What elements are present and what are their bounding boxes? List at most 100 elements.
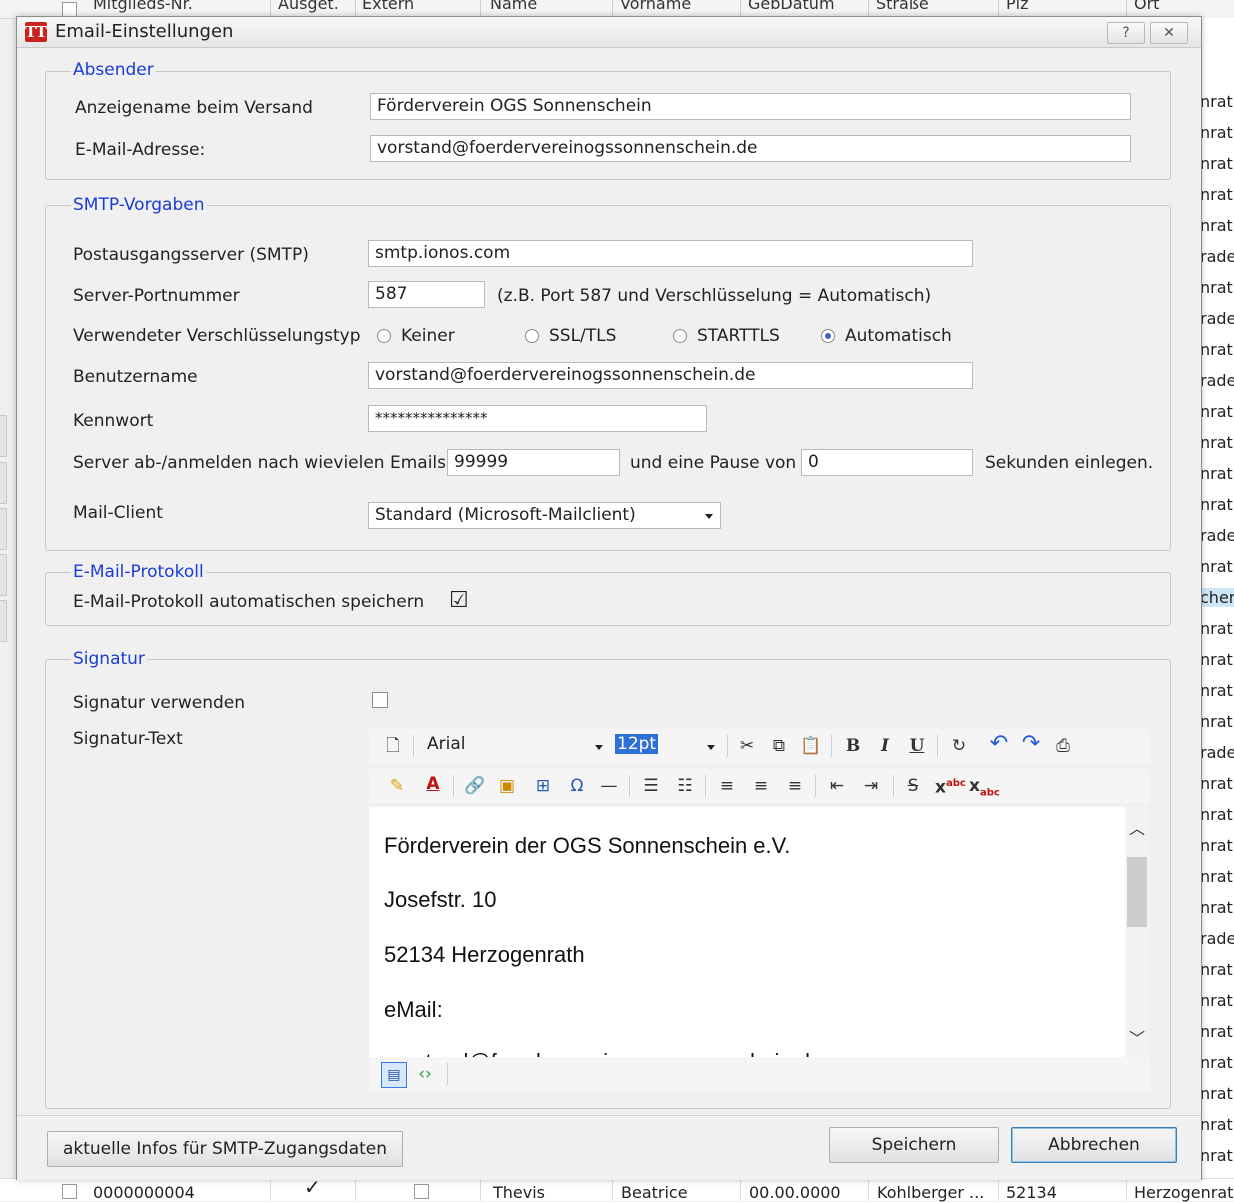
side-tab[interactable] [0, 508, 7, 550]
relogin-input[interactable]: 99999 [447, 449, 620, 476]
side-tab[interactable] [0, 600, 7, 642]
paste-icon[interactable]: 📋 [799, 734, 823, 758]
signature-line: Förderverein der OGS Sonnenschein e.V. [384, 833, 791, 858]
undo-icon[interactable]: ↶ [987, 732, 1011, 756]
pause-input[interactable]: 0 [801, 449, 973, 476]
extern-checkbox[interactable] [414, 1184, 429, 1199]
horizontal-rule-icon[interactable]: — [597, 774, 621, 798]
align-center-icon[interactable]: ≡ [749, 774, 773, 798]
grid-cell-ort: nrat [1200, 123, 1233, 142]
smtp-server-input[interactable]: smtp.ionos.com [368, 240, 973, 267]
encryption-radio-keiner[interactable] [377, 329, 391, 343]
col-header-gebdatum[interactable]: GebDatum [748, 0, 835, 13]
align-right-icon[interactable]: ≡ [783, 774, 807, 798]
copy-icon[interactable]: ⧉ [767, 734, 791, 758]
superscript-icon[interactable]: xabc [935, 772, 966, 798]
col-header-name[interactable]: Name [490, 0, 537, 13]
side-tab[interactable] [0, 554, 7, 596]
toolbar-separator [831, 735, 832, 757]
signature-editor[interactable]: Förderverein der OGS Sonnenschein e.V. J… [369, 807, 1149, 1057]
col-header-nr[interactable]: Mitglieds-Nr. [93, 0, 193, 13]
grid-cell-ort: nrat [1200, 433, 1233, 452]
chevron-down-icon[interactable] [595, 745, 603, 750]
anzeigename-input[interactable]: Förderverein OGS Sonnenschein [370, 93, 1131, 120]
toolbar-separator [815, 775, 816, 797]
select-all-checkbox[interactable] [62, 2, 77, 17]
encryption-radio-starttls[interactable] [673, 329, 687, 343]
cell-vorname: Beatrice [621, 1183, 688, 1202]
encryption-option-automatisch[interactable]: Automatisch [845, 326, 952, 346]
protokoll-autosave-checkbox[interactable]: ☑ [449, 590, 469, 612]
col-header-ausget[interactable]: Ausget. [278, 0, 339, 13]
col-header-strasse[interactable]: Straße [876, 0, 929, 13]
outdent-icon[interactable]: ⇤ [825, 774, 849, 798]
grid-cell-ort: nrat [1200, 154, 1233, 173]
side-tab[interactable] [0, 462, 7, 504]
encryption-option-keiner[interactable]: Keiner [401, 326, 455, 346]
design-view-icon[interactable]: ▤ [381, 1062, 407, 1088]
align-left-icon[interactable]: ≡ [715, 774, 739, 798]
subscript-icon[interactable]: xabc [969, 774, 1000, 798]
chevron-down-icon[interactable]: ﹀ [1129, 1025, 1145, 1049]
italic-icon[interactable]: I [873, 734, 897, 758]
mailclient-select[interactable]: Standard (Microsoft-Mailclient) [368, 502, 721, 529]
chevron-up-icon[interactable]: ︿ [1129, 815, 1145, 839]
scrollbar-thumb[interactable] [1127, 857, 1147, 927]
new-document-icon[interactable]: 🗋 [381, 734, 405, 758]
encryption-option-ssl[interactable]: SSL/TLS [549, 326, 616, 346]
font-family-select[interactable]: Arial [421, 732, 607, 760]
strikethrough-icon[interactable]: S [901, 774, 925, 798]
image-icon[interactable]: ▣ [495, 774, 519, 798]
special-char-icon[interactable]: Ω [565, 774, 589, 798]
col-separator [480, 1179, 481, 1201]
grid-cell-ort: rade [1200, 371, 1234, 390]
signatur-use-checkbox[interactable] [372, 692, 388, 708]
absender-legend: Absender [71, 60, 156, 80]
dialog-titlebar[interactable]: TT Email-Einstellungen ? ✕ [17, 17, 1201, 48]
grid-cell-ort: rade [1200, 929, 1234, 948]
redo-icon[interactable]: ↷ [1019, 732, 1043, 756]
grid-cell-ort: nrat [1200, 340, 1233, 359]
bullet-list-icon[interactable]: ☷ [673, 774, 697, 798]
underline-icon[interactable]: U [905, 734, 929, 758]
col-header-plz[interactable]: Plz [1006, 0, 1029, 13]
refresh-icon[interactable]: ↻ [947, 734, 971, 758]
indent-icon[interactable]: ⇥ [859, 774, 883, 798]
chevron-down-icon[interactable] [705, 514, 713, 519]
cut-icon[interactable]: ✂ [735, 734, 759, 758]
help-button[interactable]: ? [1107, 22, 1145, 44]
font-size-select[interactable]: 12pt [615, 732, 719, 760]
link-icon[interactable]: 🔗 [463, 774, 487, 798]
highlight-icon[interactable]: ✎ [385, 774, 409, 798]
col-header-vorname[interactable]: Vorname [620, 0, 691, 13]
email-input[interactable]: vorstand@foerdervereinogssonnenschein.de [370, 135, 1131, 162]
col-header-extern[interactable]: Extern [362, 0, 414, 13]
toolbar-separator [937, 735, 938, 757]
html-view-icon[interactable]: ‹› [413, 1062, 437, 1086]
col-header-ort[interactable]: Ort [1134, 0, 1159, 13]
grid-cell-ort: rade [1200, 247, 1234, 266]
encryption-option-starttls[interactable]: STARTTLS [697, 326, 780, 346]
font-color-icon[interactable]: A [421, 772, 445, 796]
editor-scrollbar[interactable]: ︿ ﹀ [1125, 807, 1149, 1057]
print-icon[interactable]: ⎙ [1051, 734, 1075, 758]
username-input[interactable]: vorstand@foerdervereinogssonnenschein.de [368, 362, 973, 389]
password-input[interactable]: *************** [368, 405, 707, 432]
side-tab[interactable] [0, 415, 7, 457]
smtp-info-button[interactable]: aktuelle Infos für SMTP-Zugangsdaten [47, 1131, 403, 1167]
encryption-radio-automatisch[interactable] [821, 329, 835, 343]
save-button[interactable]: Speichern [829, 1127, 999, 1163]
encryption-radio-ssl[interactable] [525, 329, 539, 343]
toolbar-separator [727, 735, 728, 757]
bold-icon[interactable]: B [841, 734, 865, 758]
port-input[interactable]: 587 [368, 281, 485, 308]
numbered-list-icon[interactable]: ☰ [639, 774, 663, 798]
grid-row[interactable]: 0000000004 ✓ Thevis Beatrice 00.00.0000 … [0, 1175, 1234, 1202]
close-button[interactable]: ✕ [1150, 22, 1188, 44]
cancel-button[interactable]: Abbrechen [1011, 1127, 1177, 1163]
row-checkbox[interactable] [62, 1184, 77, 1199]
chevron-down-icon[interactable] [707, 745, 715, 750]
table-icon[interactable]: ⊞ [531, 774, 555, 798]
grid-cell-ort: nrat [1200, 650, 1233, 669]
grid-cell-ort: rade [1200, 309, 1234, 328]
